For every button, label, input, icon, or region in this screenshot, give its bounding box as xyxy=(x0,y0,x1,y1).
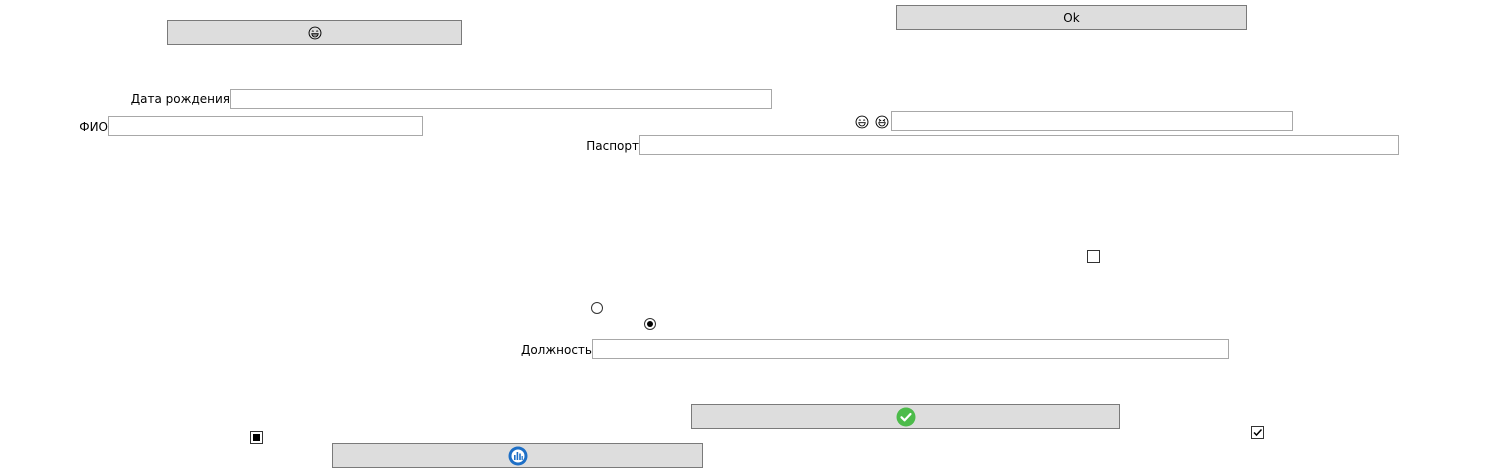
radio-option-2[interactable] xyxy=(644,318,656,330)
birth-date-field[interactable] xyxy=(230,89,772,109)
fio-field[interactable] xyxy=(108,116,423,136)
chart-button[interactable] xyxy=(332,443,703,468)
green-check-circle-icon xyxy=(896,407,915,426)
checked-checkbox[interactable] xyxy=(1251,426,1264,439)
birth-date-label: Дата рождения xyxy=(130,92,230,106)
confirm-button[interactable] xyxy=(691,404,1120,429)
indeterminate-checkbox[interactable] xyxy=(250,431,263,444)
emoji-button[interactable] xyxy=(167,20,462,45)
radio-selected-dot xyxy=(647,321,653,327)
blue-chart-circle-icon xyxy=(508,446,527,465)
laughing-face-icon xyxy=(855,115,869,129)
radio-option-1[interactable] xyxy=(591,302,603,314)
indeterminate-mark xyxy=(253,434,260,441)
passport-label: Паспорт xyxy=(586,139,639,153)
position-field[interactable] xyxy=(592,339,1229,359)
grinning-squint-face-icon xyxy=(875,115,889,129)
laughing-face-icon xyxy=(308,26,321,39)
position-label: Должность xyxy=(520,343,592,357)
checkmark-icon xyxy=(1253,428,1263,437)
fio-label: ФИО xyxy=(79,120,108,134)
unchecked-checkbox[interactable] xyxy=(1087,250,1100,263)
ok-button-label: Ok xyxy=(1063,10,1080,25)
passport-field[interactable] xyxy=(639,135,1399,155)
ok-button[interactable]: Ok xyxy=(896,5,1247,30)
emoji-field[interactable] xyxy=(891,111,1293,131)
